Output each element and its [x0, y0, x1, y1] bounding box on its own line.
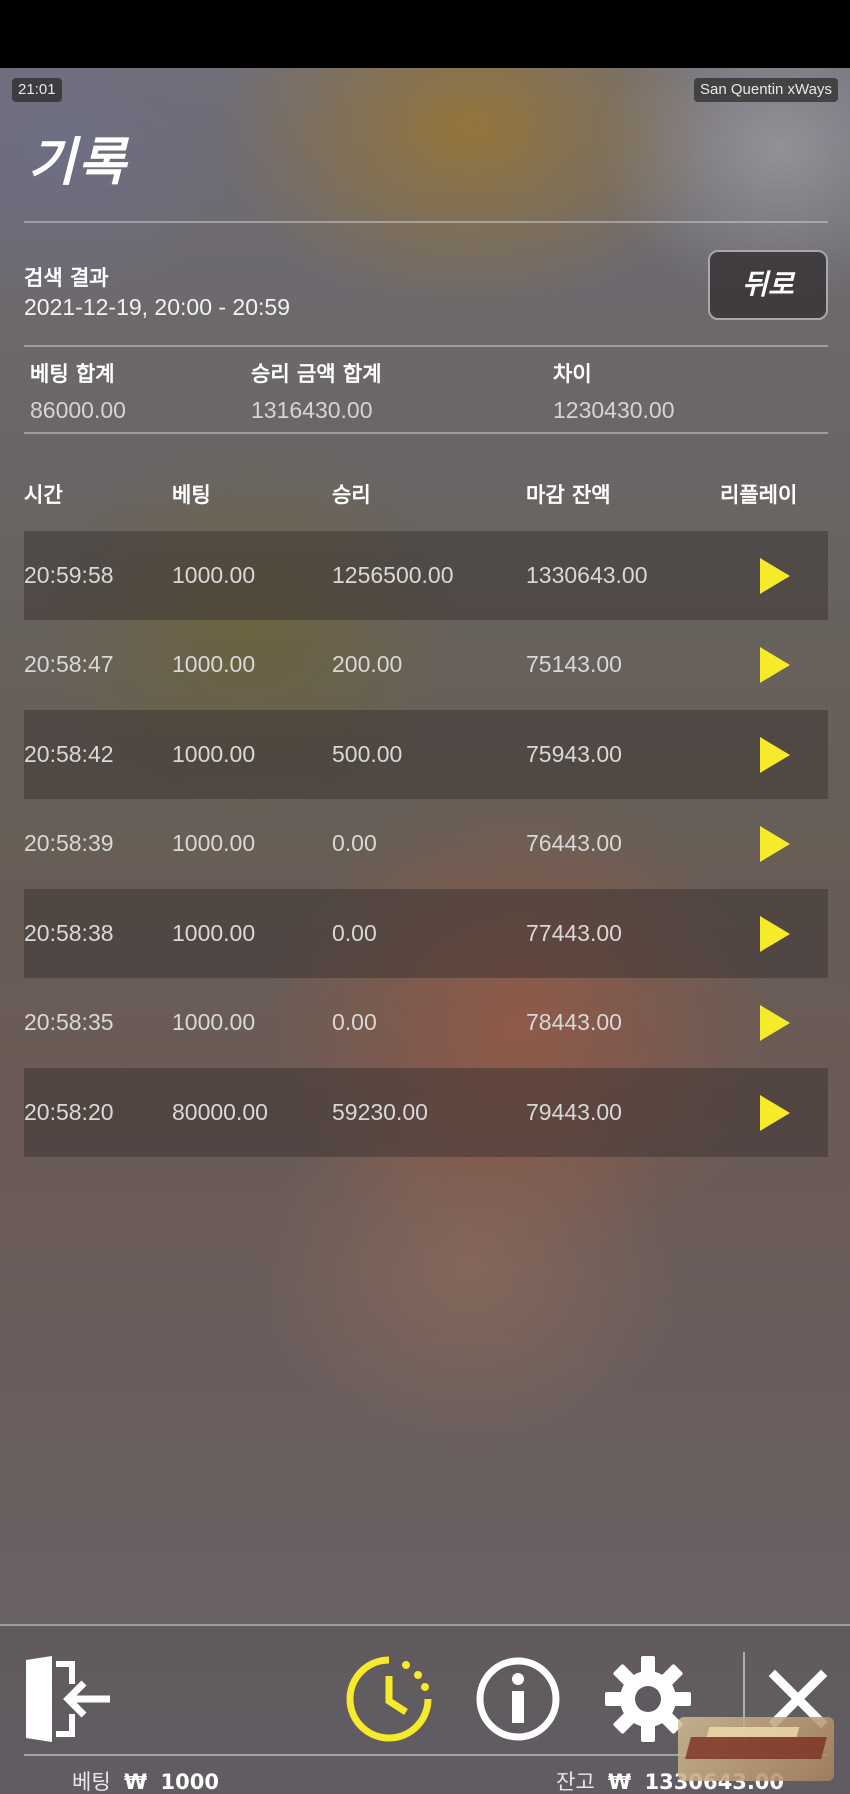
column-header-time: 시간 — [24, 483, 63, 507]
row-win: 0.00 — [332, 920, 377, 946]
table-row: 20:59:58 1000.00 1256500.00 1330643.00 — [24, 531, 828, 620]
difference-value: 1230430.00 — [553, 397, 675, 423]
exit-icon[interactable] — [22, 1654, 112, 1744]
row-win: 0.00 — [332, 1009, 377, 1035]
row-time: 20:58:20 — [24, 1099, 114, 1125]
clock-badge: 21:01 — [12, 78, 62, 102]
title-divider — [24, 221, 828, 223]
row-balance: 75943.00 — [526, 741, 622, 767]
table-row: 20:58:42 1000.00 500.00 75943.00 — [24, 710, 828, 799]
row-win: 0.00 — [332, 830, 377, 856]
row-balance: 1330643.00 — [526, 562, 648, 588]
footer-bet-value: 1000 — [160, 1770, 219, 1794]
footer-balance-currency: ₩ — [608, 1770, 632, 1794]
column-header-bet: 베팅 — [172, 483, 211, 507]
row-bet: 1000.00 — [172, 741, 256, 767]
column-header-replay: 리플레이 — [720, 483, 798, 507]
play-icon[interactable] — [758, 1093, 792, 1133]
table-row: 20:58:38 1000.00 0.00 77443.00 — [24, 889, 828, 978]
back-button[interactable]: 뒤로 — [708, 250, 828, 320]
row-time: 20:59:58 — [24, 562, 114, 588]
play-icon[interactable] — [758, 735, 792, 775]
row-win: 59230.00 — [332, 1099, 428, 1125]
bet-total-label: 베팅 합계 — [30, 362, 115, 386]
play-icon[interactable] — [758, 556, 792, 596]
footer-balance-label: 잔고 — [556, 1770, 595, 1794]
row-bet: 1000.00 — [172, 830, 256, 856]
table-row: 20:58:20 80000.00 59230.00 79443.00 — [24, 1068, 828, 1157]
column-header-win: 승리 — [332, 483, 371, 507]
table-row: 20:58:35 1000.00 0.00 78443.00 — [24, 978, 828, 1067]
summary-bottom-divider — [24, 432, 828, 434]
game-name-badge: San Quentin xWays — [693, 78, 838, 102]
row-win: 500.00 — [332, 741, 403, 767]
row-balance: 79443.00 — [526, 1099, 622, 1125]
column-header-closing-balance: 마감 잔액 — [526, 483, 611, 507]
row-time: 20:58:39 — [24, 830, 114, 856]
row-balance: 77443.00 — [526, 920, 622, 946]
row-balance: 78443.00 — [526, 1009, 622, 1035]
row-win: 200.00 — [332, 651, 403, 677]
row-balance: 76443.00 — [526, 830, 622, 856]
row-time: 20:58:38 — [24, 920, 114, 946]
row-time: 20:58:35 — [24, 1009, 114, 1035]
footer-bet-currency: ₩ — [124, 1770, 148, 1794]
difference-label: 차이 — [553, 362, 592, 386]
win-total-value: 1316430.00 — [251, 397, 373, 423]
row-bet: 1000.00 — [172, 1009, 256, 1035]
watermark-logo — [678, 1717, 834, 1781]
row-bet: 80000.00 — [172, 1099, 268, 1125]
summary-top-divider — [24, 345, 828, 347]
play-icon[interactable] — [758, 1003, 792, 1043]
top-black-bar — [0, 0, 850, 68]
table-row: 20:58:39 1000.00 0.00 76443.00 — [24, 799, 828, 888]
play-icon[interactable] — [758, 914, 792, 954]
page-title: 기록 — [28, 133, 128, 193]
search-range: 2021-12-19, 20:00 - 20:59 — [24, 294, 290, 320]
row-bet: 1000.00 — [172, 920, 256, 946]
bet-total-value: 86000.00 — [30, 397, 126, 423]
table-row: 20:58:47 1000.00 200.00 75143.00 — [24, 620, 828, 709]
history-icon[interactable] — [344, 1654, 434, 1744]
play-icon[interactable] — [758, 645, 792, 685]
info-icon[interactable] — [473, 1654, 563, 1744]
row-time: 20:58:47 — [24, 651, 114, 677]
search-result-label: 검색 결과 — [24, 266, 109, 290]
row-bet: 1000.00 — [172, 651, 256, 677]
play-icon[interactable] — [758, 824, 792, 864]
row-time: 20:58:42 — [24, 741, 114, 767]
row-win: 1256500.00 — [332, 562, 454, 588]
win-total-label: 승리 금액 합계 — [251, 362, 382, 386]
footer-bet: 베팅 ₩ 1000 — [72, 1766, 219, 1794]
row-balance: 75143.00 — [526, 651, 622, 677]
history-screen: 21:01 San Quentin xWays 기록 검색 결과 2021-12… — [0, 68, 850, 1794]
footer-bet-label: 베팅 — [72, 1770, 111, 1794]
row-bet: 1000.00 — [172, 562, 256, 588]
